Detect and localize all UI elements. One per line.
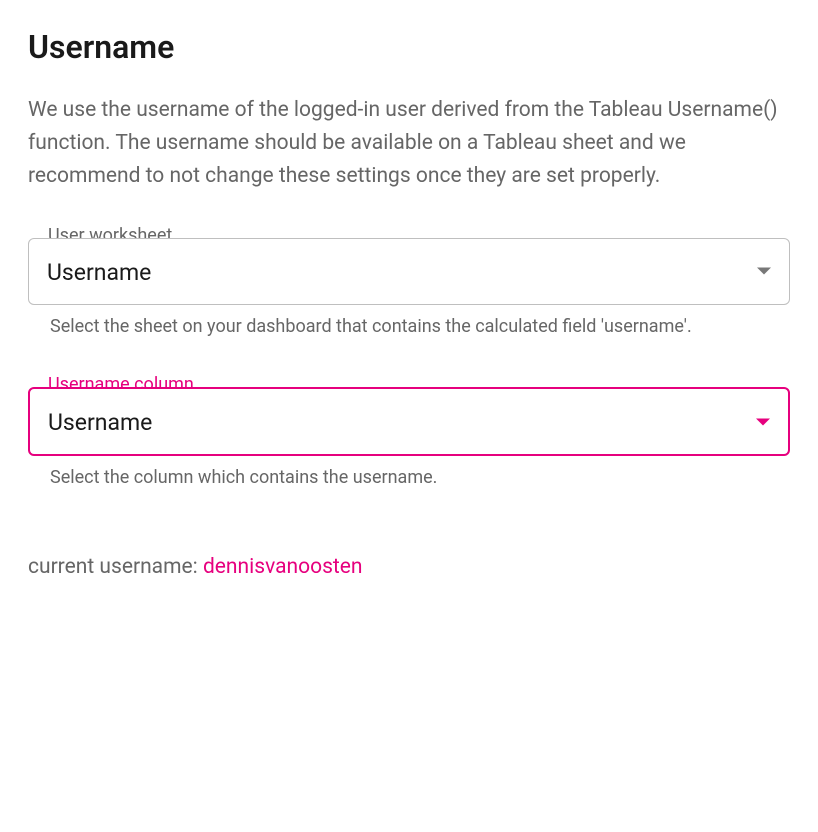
- username-column-helper: Select the column which contains the use…: [50, 466, 790, 491]
- current-username-line: current username: dennisvanoosten: [28, 555, 790, 579]
- chevron-down-icon: [757, 268, 771, 275]
- username-column-value: Username: [48, 409, 152, 436]
- username-column-select[interactable]: Username: [28, 387, 790, 456]
- user-worksheet-value: Username: [47, 259, 151, 286]
- user-worksheet-select[interactable]: Username: [28, 238, 790, 305]
- chevron-down-icon: [756, 418, 770, 425]
- page-description: We use the username of the logged-in use…: [28, 94, 790, 194]
- username-column-field: Username column Username: [28, 387, 790, 456]
- user-worksheet-field: User worksheet Username: [28, 238, 790, 305]
- current-username-value: dennisvanoosten: [203, 555, 363, 579]
- current-username-label: current username:: [28, 555, 203, 579]
- page-title: Username: [28, 28, 790, 66]
- user-worksheet-helper: Select the sheet on your dashboard that …: [50, 315, 790, 340]
